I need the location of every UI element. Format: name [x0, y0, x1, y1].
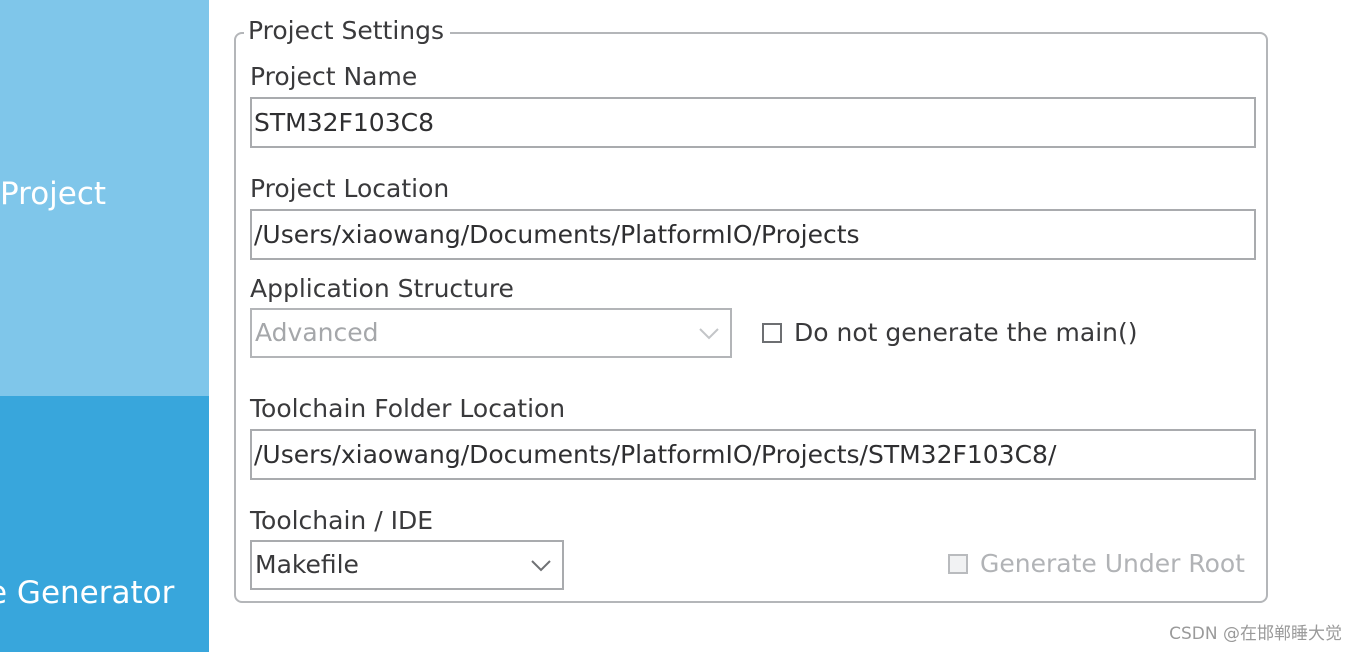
application-structure-select[interactable]: Advanced [250, 308, 732, 358]
toolchain-ide-select[interactable]: Makefile [250, 540, 564, 590]
do-not-generate-main-checkbox[interactable]: Do not generate the main() [762, 318, 1138, 347]
do-not-generate-main-label: Do not generate the main() [794, 318, 1138, 347]
chevron-down-icon [699, 328, 719, 340]
project-name-input[interactable] [250, 97, 1256, 148]
nav-tab-code-generator-label: e Generator [0, 575, 175, 611]
chevron-down-icon [531, 560, 551, 572]
toolchain-folder-location-input[interactable] [250, 429, 1256, 480]
application-structure-value: Advanced [255, 318, 379, 347]
project-location-label: Project Location [250, 174, 450, 203]
project-name-label: Project Name [250, 62, 418, 91]
application-structure-label: Application Structure [250, 274, 514, 303]
generate-under-root-label: Generate Under Root [980, 549, 1245, 578]
checkbox-box[interactable] [762, 322, 782, 343]
toolchain-folder-location-label: Toolchain Folder Location [250, 394, 566, 423]
toolchain-ide-value: Makefile [255, 550, 359, 579]
generate-under-root-checkbox[interactable]: Generate Under Root [948, 549, 1245, 578]
nav-tab-project-label: Project [0, 176, 107, 212]
stm32cubemx-project-manager: Project e Generator Project Settings Pro… [0, 0, 1358, 652]
project-settings-title: Project Settings [244, 16, 451, 46]
watermark: CSDN @在邯郸睡大觉 [1169, 624, 1342, 644]
checkbox-box[interactable] [948, 553, 968, 574]
nav-tab-code-generator[interactable]: e Generator [0, 396, 209, 652]
toolchain-ide-label: Toolchain / IDE [250, 506, 433, 535]
nav-tab-project[interactable]: Project [0, 0, 209, 396]
project-location-input[interactable] [250, 209, 1256, 260]
